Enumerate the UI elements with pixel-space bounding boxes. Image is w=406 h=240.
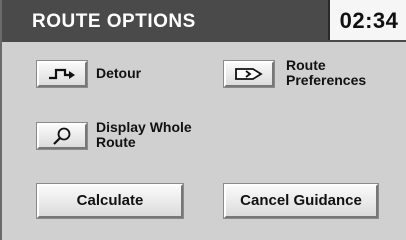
- display-whole-route-label-line2: Route: [96, 134, 136, 150]
- detour-label: Detour: [96, 65, 142, 81]
- display-whole-route-label: Display Whole Route: [96, 120, 192, 150]
- arrow-right-icon: [235, 68, 263, 80]
- calculate-button[interactable]: Calculate: [37, 184, 183, 218]
- route-preferences-label: Route Preferences: [286, 58, 366, 88]
- route-preferences-label-line1: Route: [286, 57, 326, 73]
- clock-display: 02:34: [328, 0, 406, 40]
- title-bar: ROUTE OPTIONS 02:34: [2, 0, 406, 42]
- magnifier-icon: [53, 127, 71, 145]
- page-title: ROUTE OPTIONS: [32, 11, 196, 32]
- cancel-guidance-button[interactable]: Cancel Guidance: [224, 184, 378, 218]
- route-preferences-label-line2: Preferences: [286, 72, 367, 88]
- route-options-screen: ROUTE OPTIONS 02:34 Detour Route Prefere…: [0, 0, 406, 240]
- route-preferences-button[interactable]: [224, 61, 274, 87]
- display-whole-route-label-line1: Display Whole: [96, 119, 192, 135]
- display-whole-route-button[interactable]: [37, 123, 87, 149]
- detour-button[interactable]: [37, 61, 87, 87]
- detour-arrow-icon: [49, 68, 75, 80]
